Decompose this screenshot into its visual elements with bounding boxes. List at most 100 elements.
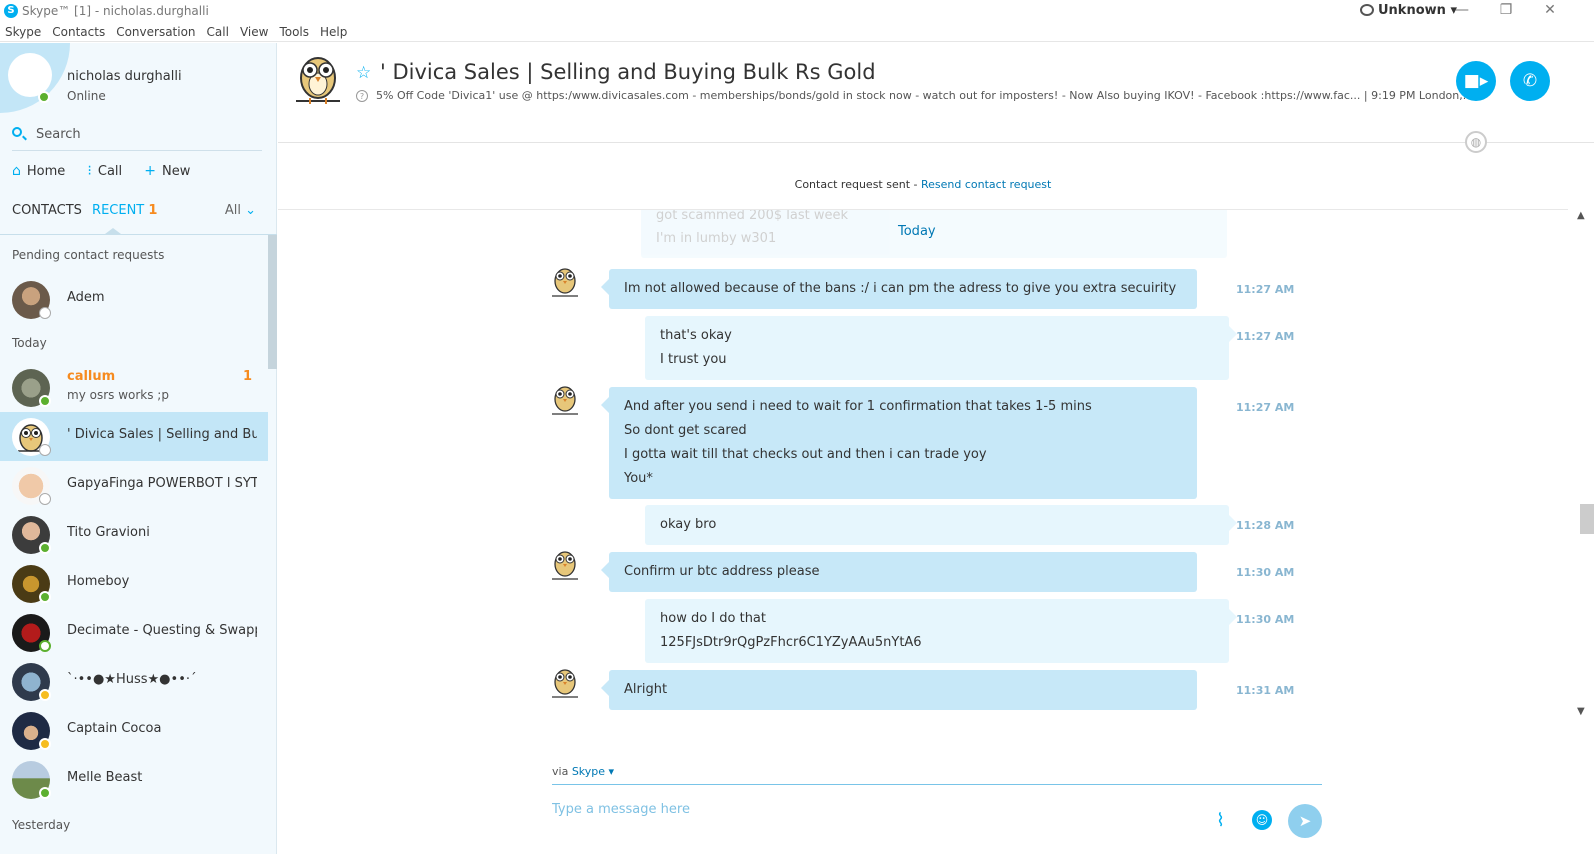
menu-contacts[interactable]: Contacts [47, 22, 111, 39]
menu-tools[interactable]: Tools [274, 22, 315, 39]
emoticon-icon[interactable]: ☺ [1252, 810, 1272, 830]
contact-name: Captain Cocoa [67, 721, 162, 736]
call-button[interactable]: ⁝ Call [87, 163, 122, 179]
menu-help[interactable]: Help [315, 22, 353, 39]
sidebar-scrollbar[interactable] [268, 235, 277, 369]
date-divider: Today [898, 224, 936, 239]
scroll-down-icon[interactable]: ▼ [1577, 706, 1585, 717]
contact-item[interactable]: `·••●★Huss★●••·´ [0, 657, 268, 706]
profile-status: Online [67, 89, 106, 103]
contact-name: Decimate - Questing & Swapp... [67, 623, 257, 638]
paperclip-icon[interactable]: ⌇ [1216, 810, 1225, 831]
chat-history: got scammed 200$ last week I'm in lumby … [278, 210, 1568, 728]
sender-avatar[interactable] [550, 264, 580, 300]
unknown-status-icon [39, 307, 51, 319]
message-time: 11:27 AM [1236, 401, 1295, 414]
resend-contact-request-link[interactable]: Resend contact request [921, 178, 1051, 191]
mood-text: 5% Off Code 'Divica1' use @ https:/www.d… [376, 89, 1474, 102]
message-input[interactable] [552, 798, 1192, 820]
message-line: how do I do that [660, 611, 766, 626]
scroll-up-icon[interactable]: ▲ [1577, 210, 1585, 221]
contact-item[interactable]: GapyaFinga POWERBOT l SYT... [0, 461, 268, 510]
message-time: 11:30 AM [1236, 566, 1295, 579]
message-line: You* [624, 471, 653, 486]
message-incoming[interactable]: Im not allowed because of the bans :/ i … [601, 269, 1197, 309]
message-outgoing[interactable]: how do I do that 125FJsDtr9rQgPzFhcr6C1Y… [645, 599, 1237, 663]
send-via-selector[interactable]: via Skype ▾ [552, 765, 614, 778]
contact-item[interactable]: Adem [0, 275, 268, 324]
chat-scrollbar[interactable]: ▲ ▼ [1568, 210, 1594, 728]
home-icon: ⌂ [12, 163, 21, 179]
restore-button[interactable]: ❐ [1484, 0, 1528, 22]
mood-message: ? 5% Off Code 'Divica1' use @ https:/www.… [356, 89, 1473, 102]
away-status-icon [39, 738, 51, 750]
voice-call-button[interactable]: ✆ [1510, 61, 1550, 101]
message-line: Im not allowed because of the bans :/ i … [624, 281, 1177, 296]
message-line: And after you send i need to wait for 1 … [624, 399, 1092, 414]
minimize-button[interactable]: — [1440, 0, 1484, 22]
video-call-button[interactable]: ■▸ [1456, 61, 1496, 101]
contact-item[interactable]: Tito Gravioni [0, 510, 268, 559]
video-camera-icon: ■▸ [1463, 71, 1489, 91]
contact-name: Melle Beast [67, 770, 143, 785]
filter-dropdown[interactable]: All ⌄ [225, 203, 256, 218]
search-input[interactable] [36, 123, 256, 145]
tab-recent[interactable]: RECENT 1 [92, 203, 157, 218]
message-incoming[interactable]: Confirm ur btc address please [601, 552, 1197, 592]
contact-item[interactable]: Captain Cocoa [0, 706, 268, 755]
profile-name[interactable]: nicholas durghalli [67, 69, 182, 84]
menu-call[interactable]: Call [202, 22, 235, 39]
message-line: I trust you [660, 352, 727, 367]
filter-label: All [224, 203, 241, 218]
call-label: Call [97, 164, 123, 179]
tab-contacts[interactable]: CONTACTS [12, 203, 82, 218]
compose-area: via Skype ▾ ⌇ ☺ ➤ [552, 760, 1322, 854]
owl-avatar-large[interactable] [292, 52, 344, 108]
menu-skype[interactable]: Skype [0, 22, 47, 39]
contact-tabs: CONTACTS RECENT 1 All ⌄ [12, 203, 262, 218]
message-incoming[interactable]: Alright [601, 670, 1197, 710]
via-label: via [552, 765, 572, 778]
contact-name: Homeboy [67, 574, 130, 589]
sender-avatar[interactable] [550, 547, 580, 583]
menu-bar: Skype Contacts Conversation Call View Tools He… [0, 22, 1594, 42]
search-icon [12, 127, 22, 137]
close-button[interactable]: ✕ [1528, 0, 1572, 22]
message-outgoing[interactable]: okay bro [645, 505, 1237, 545]
message-incoming[interactable]: And after you send i need to wait for 1 … [601, 387, 1197, 499]
scroll-thumb[interactable] [1580, 504, 1594, 534]
chevron-down-icon: ⌄ [245, 203, 256, 218]
message-line: that's okay [660, 328, 732, 343]
offline-status-icon [39, 640, 51, 652]
new-button[interactable]: + New [144, 163, 190, 179]
menu-view[interactable]: View [235, 22, 274, 39]
unknown-status-icon [39, 493, 51, 505]
send-arrow-icon: ➤ [1298, 812, 1312, 830]
contact-item[interactable]: Melle Beast [0, 755, 268, 804]
message-outgoing[interactable]: that's okay I trust you [645, 316, 1237, 380]
message-line: So dont get scared [624, 423, 747, 438]
unread-count: 1 [242, 369, 252, 384]
message-time: 11:27 AM [1236, 283, 1295, 296]
status-unknown-icon [1360, 4, 1374, 16]
contact-item-selected[interactable]: ' Divica Sales | Selling and Bu... [0, 412, 268, 461]
unknown-status-icon [39, 444, 51, 456]
message-line: 125FJsDtr9rQgPzFhcr6C1YZyAAu5nYtA6 [660, 635, 922, 650]
home-button[interactable]: ⌂ Home [12, 163, 65, 179]
tab-recent-label: RECENT [92, 203, 145, 218]
sender-avatar[interactable] [550, 665, 580, 701]
menu-conversation[interactable]: Conversation [111, 22, 201, 39]
contact-item[interactable]: Homeboy [0, 559, 268, 608]
section-yesterday: Yesterday [12, 818, 71, 832]
via-service: Skype [571, 765, 606, 778]
send-button[interactable]: ➤ [1288, 804, 1322, 838]
favorite-star-icon[interactable]: ☆ [356, 63, 371, 83]
conversation-header: ☆ ' Divica Sales | Selling and Buying Bu… [278, 43, 1594, 153]
online-status-icon [39, 787, 51, 799]
contact-item[interactable]: Decimate - Questing & Swapp... [0, 608, 268, 657]
sender-avatar[interactable] [550, 382, 580, 418]
translator-globe-icon[interactable]: ◍ [1465, 131, 1487, 153]
contact-name: Tito Gravioni [67, 525, 150, 540]
conversation-title: ' Divica Sales | Selling and Buying Bulk… [380, 60, 876, 84]
contact-item[interactable]: callum my osrs works ;p 1 [0, 363, 268, 412]
